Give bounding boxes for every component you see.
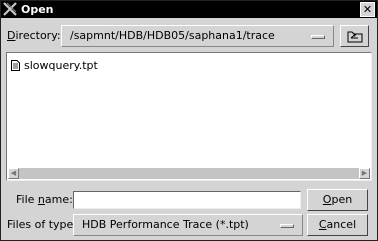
close-icon: ✕ <box>362 3 373 16</box>
files-of-type-value: HDB Performance Trace (*.tpt) <box>82 218 249 231</box>
app-logo-icon <box>3 2 17 16</box>
open-dialog: Open ✕ Directory: /sapmnt/HDB/HDB05/saph… <box>0 0 378 241</box>
scroll-right-button[interactable]: ▶ <box>359 168 370 179</box>
files-of-type-combobox[interactable]: HDB Performance Trace (*.tpt) <box>73 214 303 236</box>
directory-label: Directory: <box>7 29 61 43</box>
title-bar[interactable]: Open ✕ <box>1 1 377 18</box>
cancel-button-label: ancel <box>326 218 357 231</box>
file-name-label: File name: <box>16 193 73 207</box>
scroll-left-icon: ◀ <box>10 169 17 177</box>
file-icon <box>11 60 20 71</box>
open-button[interactable]: Open <box>307 189 368 211</box>
dropdown-arrow-icon <box>311 35 325 39</box>
file-name: slowquery.tpt <box>24 59 98 72</box>
open-button-label: pen <box>331 193 353 206</box>
up-folder-button[interactable] <box>340 25 369 47</box>
window-title: Open <box>21 3 54 16</box>
cancel-button-mnemonic: C <box>318 218 327 231</box>
directory-combobox[interactable]: /sapmnt/HDB/HDB05/saphana1/trace <box>61 25 334 47</box>
cancel-button[interactable]: Cancel <box>307 214 368 236</box>
files-of-type-label: Files of type: <box>7 218 78 231</box>
file-name-label-mnemonic: n <box>37 193 45 206</box>
file-name-label-suffix: ame: <box>44 193 73 206</box>
folder-up-icon <box>347 31 363 43</box>
scroll-right-icon: ▶ <box>361 169 368 177</box>
dropdown-arrow-icon <box>280 224 294 228</box>
horizontal-scrollbar[interactable]: ◀ ▶ <box>8 168 370 179</box>
scroll-left-button[interactable]: ◀ <box>8 168 19 179</box>
close-button[interactable]: ✕ <box>360 2 375 17</box>
directory-label-suffix: irectory: <box>15 29 61 42</box>
file-name-input[interactable] <box>73 191 301 209</box>
directory-path: /sapmnt/HDB/HDB05/saphana1/trace <box>70 29 275 42</box>
file-name-label-prefix: File <box>16 193 38 206</box>
file-list[interactable]: slowquery.tpt ◀ ▶ <box>6 52 372 181</box>
